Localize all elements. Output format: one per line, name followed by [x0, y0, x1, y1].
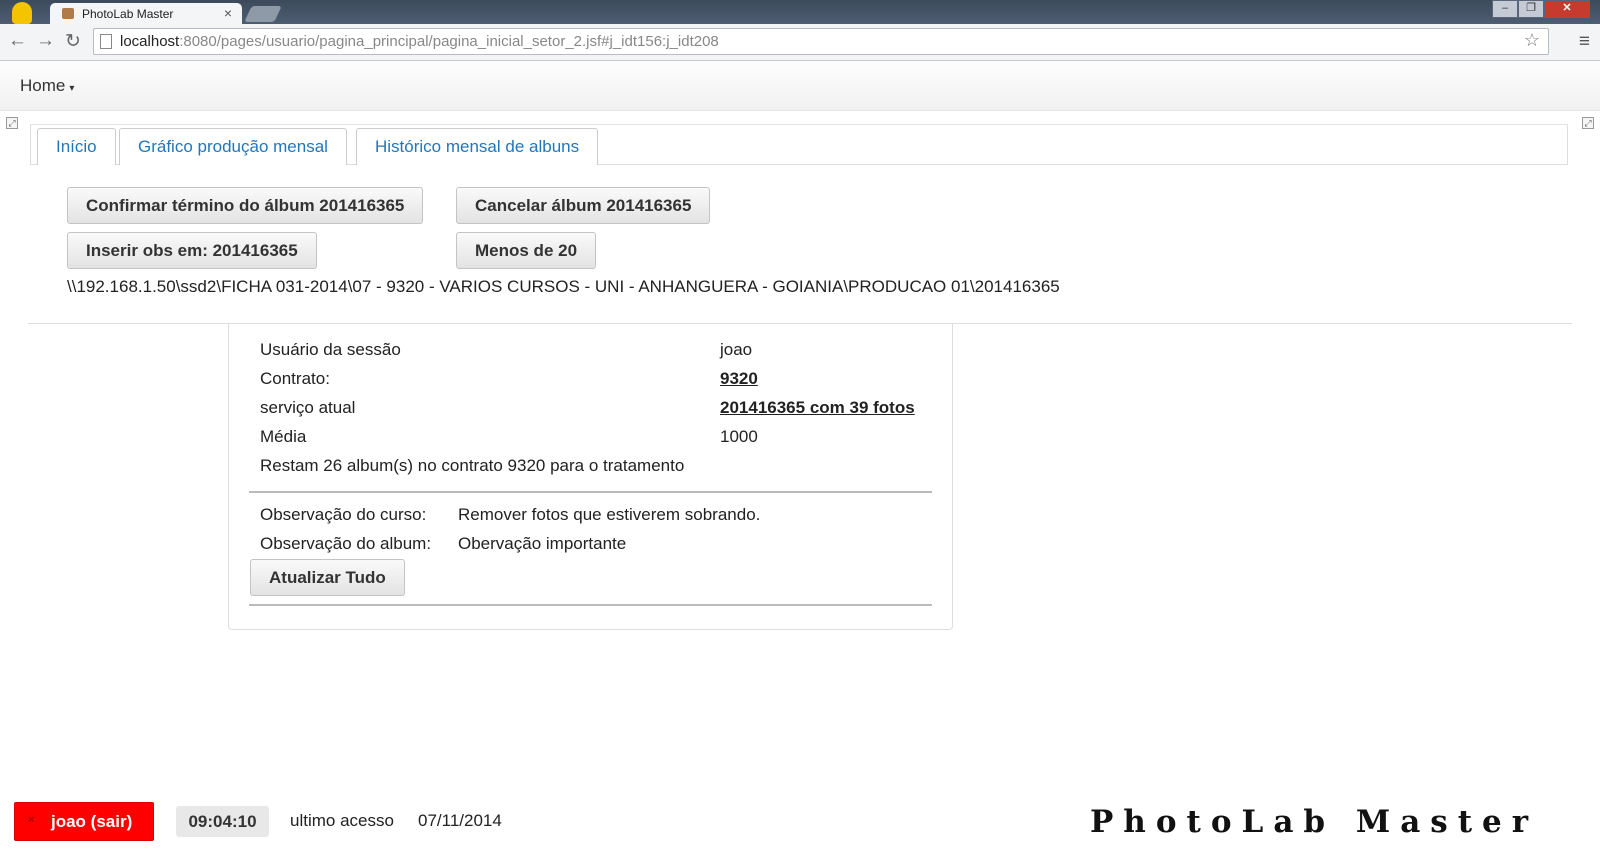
app-navbar: Home ▾ — [0, 61, 1600, 111]
forward-arrow-icon[interactable]: → — [36, 30, 55, 52]
resize-icon[interactable]: ⤢ — [1582, 117, 1594, 129]
contract-label: Contrato: — [260, 369, 330, 388]
browser-profile-icon — [12, 2, 32, 24]
confirm-album-button[interactable]: Confirmar término do álbum 201416365 — [67, 187, 424, 224]
browser-tab-title: PhotoLab Master — [82, 7, 174, 21]
panel-divider — [249, 604, 932, 606]
tab-historico-mensal-albuns[interactable]: Histórico mensal de albuns — [356, 128, 599, 165]
brand-logo-text: PhotoLab Master — [1090, 804, 1539, 840]
caret-down-icon: ▾ — [69, 83, 75, 94]
remaining-albums-text: Restam 26 album(s) no contrato 9320 para… — [260, 456, 685, 475]
course-obs-label: Observação do curso: — [260, 505, 427, 524]
average-label: Média — [260, 427, 307, 446]
tab-close-icon[interactable]: × — [224, 5, 232, 21]
session-user-label: Usuário da sessão — [260, 340, 401, 359]
url-text: localhost:8080/pages/usuario/pagina_prin… — [120, 33, 719, 50]
last-access-label: ultimo acesso — [290, 811, 394, 830]
new-tab-button[interactable] — [244, 6, 282, 22]
session-user-value: joao — [720, 340, 753, 359]
browser-titlebar: PhotoLab Master × ‒ ❐ ✕ — [0, 0, 1600, 25]
maximize-button[interactable]: ❐ — [1518, 0, 1544, 18]
contract-link[interactable]: 9320 — [720, 369, 758, 389]
window-controls: ‒ ❐ ✕ — [1492, 0, 1590, 18]
page-icon — [100, 34, 112, 49]
browser-toolbar: ← → ↻ localhost:8080/pages/usuario/pagin… — [0, 24, 1600, 61]
reload-icon[interactable]: ↻ — [65, 30, 81, 53]
course-obs-value: Remover fotos que estiverem sobrando. — [458, 505, 761, 524]
update-all-button[interactable]: Atualizar Tudo — [250, 559, 405, 596]
home-menu-label: Home — [20, 76, 66, 95]
window-close-button[interactable]: ✕ — [1544, 0, 1590, 18]
album-path: \\192.168.1.50\ssd2\FICHA 031-2014\07 - … — [67, 277, 1060, 296]
address-bar[interactable]: localhost:8080/pages/usuario/pagina_prin… — [93, 28, 1549, 55]
current-service-link[interactable]: 201416365 com 39 fotos — [720, 398, 915, 418]
album-obs-value: Obervação importante — [458, 534, 627, 553]
home-menu[interactable]: Home ▾ — [20, 76, 74, 96]
browser-tab[interactable]: PhotoLab Master × — [50, 3, 242, 25]
current-service-label: serviço atual — [260, 398, 356, 417]
session-clock: 09:04:10 — [176, 806, 269, 837]
last-access-date: 07/11/2014 — [418, 811, 502, 830]
cancel-album-button[interactable]: Cancelar álbum 201416365 — [456, 187, 711, 224]
back-arrow-icon[interactable]: ← — [8, 30, 27, 52]
logout-label: joao (sair) — [51, 812, 133, 831]
panel-divider — [249, 491, 932, 493]
average-value: 1000 — [720, 427, 758, 446]
logout-button[interactable]: × joao (sair) — [14, 802, 154, 841]
bookmark-star-icon[interactable]: ☆ — [1524, 30, 1540, 51]
tab-grafico-producao-mensal[interactable]: Gráfico produção mensal — [119, 128, 347, 165]
less-than-20-button[interactable]: Menos de 20 — [456, 232, 597, 269]
photolab-favicon-icon — [62, 8, 74, 19]
minimize-button[interactable]: ‒ — [1492, 0, 1518, 18]
insert-obs-button[interactable]: Inserir obs em: 201416365 — [67, 232, 317, 269]
tab-inicio[interactable]: Início — [37, 128, 116, 165]
resize-icon[interactable]: ⤢ — [6, 117, 18, 129]
album-obs-label: Observação do album: — [260, 534, 432, 553]
close-icon: × — [28, 814, 35, 826]
browser-menu-icon[interactable]: ≡ — [1579, 31, 1590, 53]
